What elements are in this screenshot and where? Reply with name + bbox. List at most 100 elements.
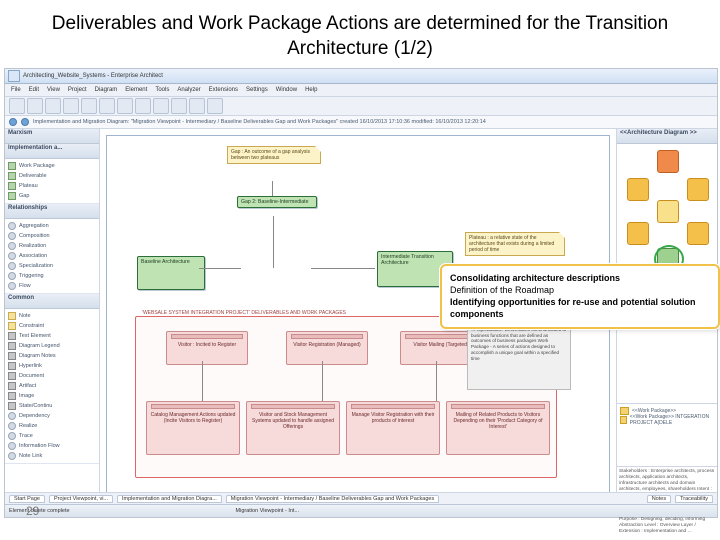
toolbox-item[interactable]: Specialization: [8, 261, 96, 271]
tree-item[interactable]: <<Work Package>> INTGERATION PROJECT A(D…: [620, 415, 714, 424]
tab[interactable]: Project Viewpoint, vi...: [49, 495, 113, 503]
callout-line: Consolidating architecture descriptions: [450, 273, 620, 283]
gap-element[interactable]: Gap 2: Baseline-Intermediate: [237, 196, 317, 208]
toolbox-item[interactable]: Deliverable: [8, 171, 96, 181]
toolbar-button[interactable]: [27, 98, 43, 114]
menu-item[interactable]: Project: [68, 87, 87, 93]
toolbox-item[interactable]: Triggering: [8, 271, 96, 281]
toolbar-button[interactable]: [45, 98, 61, 114]
toolbar-button[interactable]: [207, 98, 223, 114]
hex-node[interactable]: [687, 178, 709, 201]
toolbar-button[interactable]: [81, 98, 97, 114]
toolbox-item[interactable]: Gap: [8, 191, 96, 201]
toolbox-item[interactable]: Note Link: [8, 451, 96, 461]
toolbox-item[interactable]: Text Element: [8, 331, 96, 341]
toolbox-item[interactable]: Work Package: [8, 161, 96, 171]
callout-line: Definition of the Roadmap: [450, 284, 710, 296]
note-plateau[interactable]: Plateau : a relative state of the archit…: [465, 232, 565, 256]
toolbox-item[interactable]: Diagram Legend: [8, 341, 96, 351]
workpackage-element[interactable]: Catalog Management Actions updated (Inci…: [146, 401, 240, 455]
toolbox-item[interactable]: Realize: [8, 421, 96, 431]
dependency-icon: [8, 412, 16, 420]
tab[interactable]: Start Page: [9, 495, 45, 503]
hex-node[interactable]: [627, 222, 649, 245]
toolbox-item[interactable]: Constraint: [8, 321, 96, 331]
note-icon: [8, 312, 16, 320]
constraint-icon: [8, 322, 16, 330]
menu-item[interactable]: Help: [305, 87, 317, 93]
toolbar-button[interactable]: [117, 98, 133, 114]
toolbox-item[interactable]: Image: [8, 391, 96, 401]
crumb-icon: [21, 118, 29, 126]
toolbar-button[interactable]: [153, 98, 169, 114]
gap-icon: [8, 192, 16, 200]
tab[interactable]: Implementation and Migration Diagra...: [117, 495, 222, 503]
tab-traceability[interactable]: Traceability: [675, 495, 713, 503]
panel-header[interactable]: Relationships: [5, 204, 99, 219]
plateau-icon: [8, 182, 16, 190]
workpackage-element[interactable]: Visitor and Stock Management Systems upd…: [246, 401, 340, 455]
project-tree[interactable]: <<Work Package>> <<Work Package>> INTGER…: [617, 404, 717, 466]
connector: [322, 361, 323, 401]
toolbox-item[interactable]: Document: [8, 371, 96, 381]
menu-item[interactable]: Settings: [246, 87, 268, 93]
deliverable-element[interactable]: Visitor Registration (Managed): [286, 331, 368, 365]
toolbox-item[interactable]: Diagram Notes: [8, 351, 96, 361]
relation-icon: [8, 222, 16, 230]
toolbar-button[interactable]: [9, 98, 25, 114]
slide-callout: Consolidating architecture descriptions …: [440, 264, 720, 329]
workpackage-element[interactable]: Mailing of Related Products to Visitors …: [446, 401, 550, 455]
menu-item[interactable]: Diagram: [95, 87, 118, 93]
tab[interactable]: Migration Viewpoint - Intermediary / Bas…: [226, 495, 439, 503]
note-gap[interactable]: Gap : An outcome of a gap analysis betwe…: [227, 146, 321, 164]
toolbox-item[interactable]: Association: [8, 251, 96, 261]
toolbar-button[interactable]: [99, 98, 115, 114]
toolbar-button[interactable]: [171, 98, 187, 114]
menu-item[interactable]: Tools: [155, 87, 169, 93]
toolbox-item[interactable]: Composition: [8, 231, 96, 241]
image-icon: [8, 392, 16, 400]
toolbox-item[interactable]: Dependency: [8, 411, 96, 421]
statusbar: Element delete complete Migration Viewpo…: [5, 504, 717, 517]
toolbox-item[interactable]: Trace: [8, 431, 96, 441]
realize-icon: [8, 422, 16, 430]
legend-box[interactable]: «ProjectCasas» Deliverables communicated…: [467, 324, 571, 390]
toolbox-item[interactable]: Aggregation: [8, 221, 96, 231]
menu-item[interactable]: Analyzer: [177, 87, 200, 93]
toolbar-button[interactable]: [189, 98, 205, 114]
toolbox-item[interactable]: Hyperlink: [8, 361, 96, 371]
panel-header[interactable]: Implementation a...: [5, 144, 99, 159]
toolbar-button[interactable]: [63, 98, 79, 114]
frame-title: 'WEBSALE SYSTEM INTEGRATION PROJECT' DEL…: [140, 310, 348, 316]
menu-item[interactable]: File: [11, 87, 21, 93]
deliverable-element[interactable]: Visitor : Incited to Register: [166, 331, 248, 365]
menu-item[interactable]: Extensions: [209, 87, 238, 93]
toolbox-item[interactable]: Plateau: [8, 181, 96, 191]
panel-header[interactable]: Common: [5, 294, 99, 309]
toolbox-item[interactable]: Flow: [8, 281, 96, 291]
state-icon: [8, 402, 16, 410]
menu-item[interactable]: Edit: [29, 87, 39, 93]
menubar[interactable]: File Edit View Project Diagram Element T…: [5, 84, 717, 97]
menu-item[interactable]: Element: [125, 87, 147, 93]
relation-icon: [8, 282, 16, 290]
hex-node-center[interactable]: [657, 200, 679, 223]
toolbox-item[interactable]: Realization: [8, 241, 96, 251]
toolbox-item[interactable]: State/Continu: [8, 401, 96, 411]
panel-header[interactable]: Marxism: [5, 129, 99, 144]
hex-node[interactable]: [657, 150, 679, 173]
diagram-overview-header[interactable]: <<Architecture Diagram >>: [617, 129, 717, 144]
tab-notes[interactable]: Notes: [647, 495, 671, 503]
breadcrumb: Implementation and Migration Diagram: "M…: [5, 116, 717, 129]
hex-node[interactable]: [627, 178, 649, 201]
plateau-baseline[interactable]: Baseline Architecture: [137, 256, 205, 290]
toolbox-item[interactable]: Information Flow: [8, 441, 96, 451]
menu-item[interactable]: Window: [276, 87, 297, 93]
toolbox-item[interactable]: Note: [8, 311, 96, 321]
toolbar-button[interactable]: [135, 98, 151, 114]
taskbar-item[interactable]: Migration Viewpoint - Int...: [236, 508, 299, 514]
menu-item[interactable]: View: [47, 87, 60, 93]
hex-node[interactable]: [687, 222, 709, 245]
workpackage-element[interactable]: Manage Visitor Registration with their p…: [346, 401, 440, 455]
toolbox-item[interactable]: Artifact: [8, 381, 96, 391]
